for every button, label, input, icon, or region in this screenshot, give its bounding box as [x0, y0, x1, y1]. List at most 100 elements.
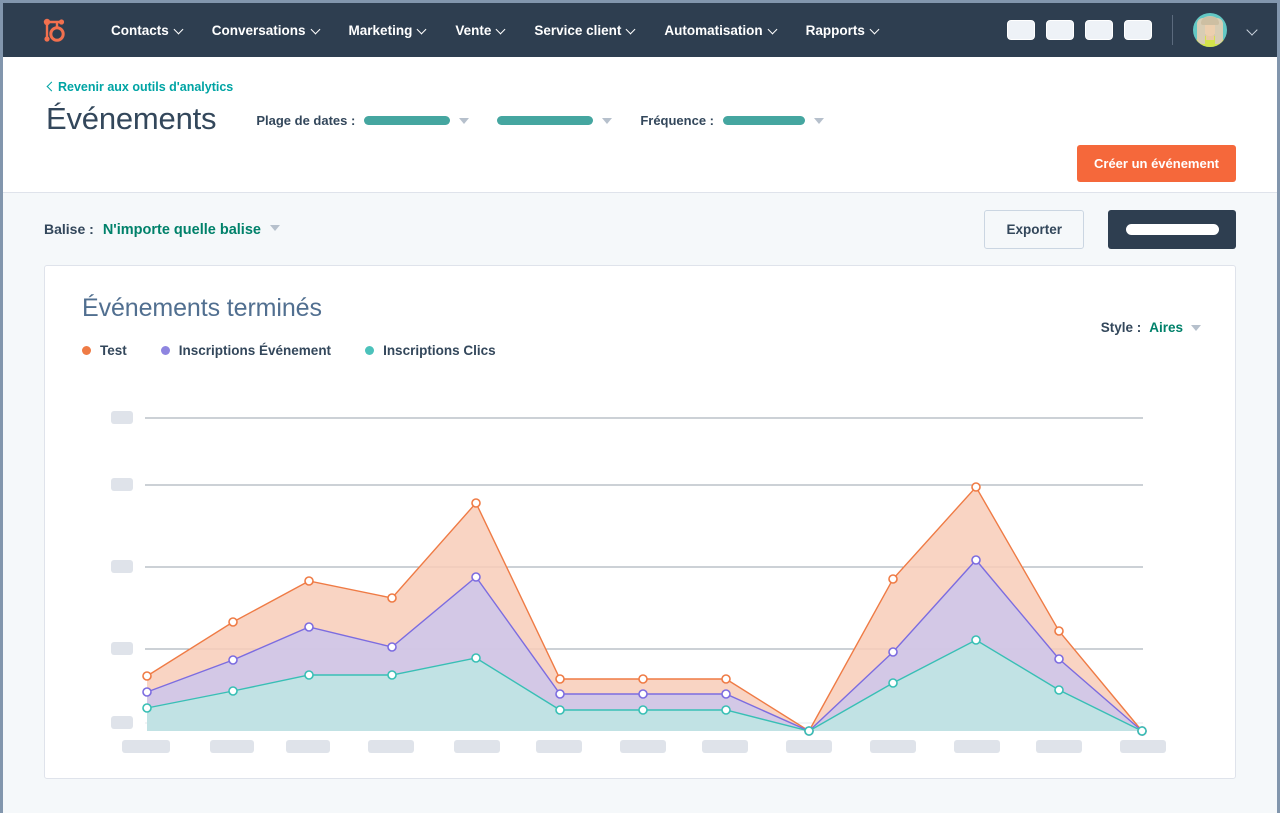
data-point [1055, 627, 1063, 635]
tag-filter-value[interactable]: N'importe quelle balise [103, 222, 261, 238]
chevron-down-icon[interactable] [1247, 24, 1259, 36]
breadcrumb-label: Revenir aux outils d'analytics [58, 80, 233, 94]
data-point [972, 636, 980, 644]
export-button[interactable]: Exporter [984, 210, 1084, 249]
filter-label: Fréquence : [640, 113, 714, 128]
x-axis-tick-label-redacted [368, 740, 414, 753]
title-row: Événements Plage de dates : Fréquence : [46, 102, 1237, 136]
data-point [143, 672, 151, 680]
data-point [143, 704, 151, 712]
x-axis-tick-label-redacted [1120, 740, 1166, 753]
data-point [722, 690, 730, 698]
chevron-down-icon [769, 25, 778, 34]
data-point [388, 671, 396, 679]
area-chart-svg [45, 266, 1243, 780]
page-title: Événements [46, 102, 216, 136]
x-axis-tick-label-redacted [1036, 740, 1082, 753]
data-point [305, 577, 313, 585]
toolbar: Balise : N'importe quelle balise Exporte… [44, 193, 1236, 265]
x-axis-tick-label-redacted [286, 740, 330, 753]
nav-item-vente[interactable]: Vente [441, 15, 520, 46]
data-point [1138, 727, 1146, 735]
filter-label: Plage de dates : [256, 113, 355, 128]
filter-value-redacted [364, 116, 450, 125]
x-axis-tick-label-redacted [620, 740, 666, 753]
data-point [229, 618, 237, 626]
nav-action-placeholder-1[interactable] [1007, 20, 1035, 40]
data-point [229, 656, 237, 664]
data-point [143, 688, 151, 696]
filter-frequency[interactable]: Fréquence : [640, 113, 824, 128]
caret-down-icon[interactable] [814, 118, 824, 124]
nav-menu: Contacts Conversations Marketing Vente S… [97, 15, 894, 46]
chevron-down-icon [418, 25, 427, 34]
data-point [1055, 686, 1063, 694]
toolbar-actions: Exporter [984, 210, 1236, 249]
data-point [972, 483, 980, 491]
avatar[interactable] [1193, 13, 1227, 47]
nav-item-label: Vente [455, 23, 491, 38]
x-axis-tick-label-redacted [786, 740, 832, 753]
chevron-down-icon [312, 25, 321, 34]
nav-item-automatisation[interactable]: Automatisation [650, 15, 791, 46]
nav-action-placeholder-2[interactable] [1046, 20, 1074, 40]
data-point [556, 675, 564, 683]
nav-divider [1172, 15, 1173, 45]
primary-action-button[interactable] [1108, 210, 1236, 249]
data-point [472, 654, 480, 662]
filter-secondary[interactable] [497, 116, 612, 125]
caret-down-icon[interactable] [270, 225, 280, 231]
top-navigation-bar: Contacts Conversations Marketing Vente S… [3, 0, 1277, 57]
y-axis-tick-label-redacted [111, 716, 133, 729]
data-point [805, 727, 813, 735]
nav-item-label: Contacts [111, 23, 169, 38]
nav-item-rapports[interactable]: Rapports [792, 15, 894, 46]
nav-action-placeholder-4[interactable] [1124, 20, 1152, 40]
data-point [722, 706, 730, 714]
data-point [889, 575, 897, 583]
data-point [639, 706, 647, 714]
y-axis-tick-label-redacted [111, 478, 133, 491]
breadcrumb[interactable]: Revenir aux outils d'analytics [46, 80, 233, 94]
chevron-down-icon [871, 25, 880, 34]
data-point [229, 687, 237, 695]
data-point [556, 690, 564, 698]
filter-date-range[interactable]: Plage de dates : [256, 113, 469, 128]
content-band: Balise : N'importe quelle balise Exporte… [3, 193, 1277, 813]
caret-down-icon[interactable] [459, 118, 469, 124]
nav-item-label: Service client [534, 23, 621, 38]
nav-item-marketing[interactable]: Marketing [335, 15, 442, 46]
nav-item-service-client[interactable]: Service client [520, 15, 650, 46]
nav-actions [1007, 13, 1259, 47]
page-header: Revenir aux outils d'analytics Événement… [3, 57, 1277, 193]
chart-card: Événements terminés Test Inscriptions Év… [44, 265, 1236, 779]
data-point [305, 671, 313, 679]
data-point [305, 623, 313, 631]
chevron-down-icon [175, 25, 184, 34]
chevron-down-icon [627, 25, 636, 34]
data-point [639, 690, 647, 698]
x-axis-tick-label-redacted [870, 740, 916, 753]
data-point [388, 643, 396, 651]
nav-item-contacts[interactable]: Contacts [97, 15, 198, 46]
nav-item-conversations[interactable]: Conversations [198, 15, 335, 46]
data-point [388, 594, 396, 602]
create-event-button[interactable]: Créer un événement [1077, 145, 1236, 182]
y-axis-tick-label-redacted [111, 411, 133, 424]
data-point [722, 675, 730, 683]
nav-item-label: Marketing [349, 23, 413, 38]
nav-item-label: Automatisation [664, 23, 762, 38]
data-point [556, 706, 564, 714]
x-axis-tick-label-redacted [122, 740, 170, 753]
y-axis-tick-label-redacted [111, 642, 133, 655]
chevron-down-icon [497, 25, 506, 34]
x-axis-tick-label-redacted [954, 740, 1000, 753]
x-axis-tick-label-redacted [454, 740, 500, 753]
nav-action-placeholder-3[interactable] [1085, 20, 1113, 40]
header-filters: Plage de dates : Fréquence : [256, 113, 824, 136]
hubspot-sprocket-icon[interactable] [37, 13, 71, 47]
caret-down-icon[interactable] [602, 118, 612, 124]
filter-value-redacted [723, 116, 805, 125]
tag-filter[interactable]: Balise : N'importe quelle balise [44, 221, 280, 238]
data-point [1055, 655, 1063, 663]
